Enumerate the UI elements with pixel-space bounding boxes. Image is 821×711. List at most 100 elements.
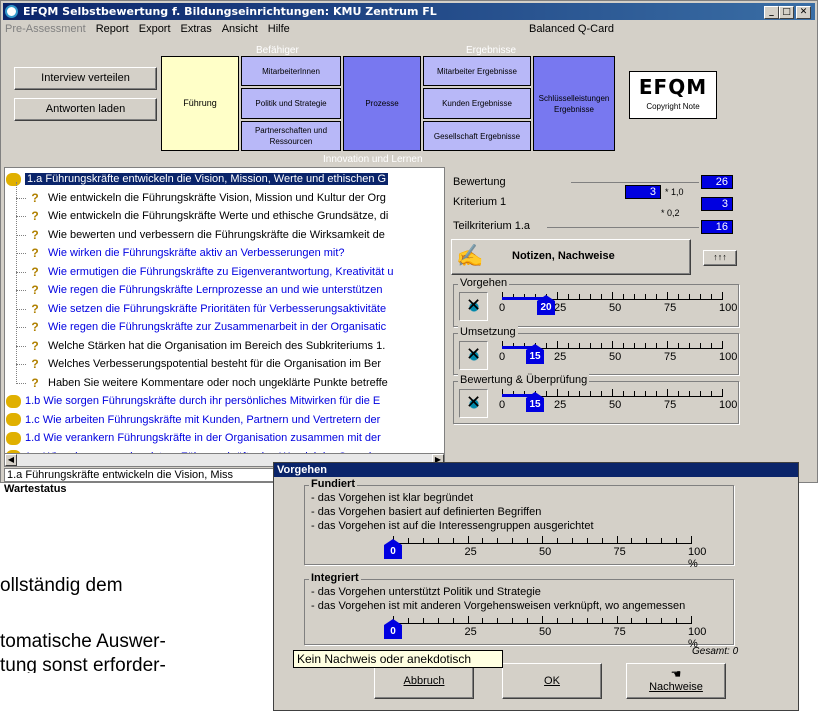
notes-button[interactable]: ✍ Notizen, Nachweise [451, 239, 691, 275]
answers-button[interactable]: Antworten laden [14, 98, 157, 121]
slider-tick [631, 618, 633, 623]
integriert-line-1: - das Vorgehen unterstützt Politik und S… [311, 586, 541, 598]
window-title: EFQM Selbstbewertung f. Bildungseinricht… [23, 5, 437, 18]
tree-connector [16, 234, 26, 236]
tree-item[interactable]: ? Wie entwickeln die Führungskräfte Werte… [16, 207, 388, 225]
box-mitarbeiter[interactable]: MitarbeiterInnen [241, 56, 341, 86]
tree-item[interactable]: ? Wie ermutigen die Führungskräfte zu Eig… [16, 263, 393, 281]
tree-item[interactable]: ? Wie regen die Führungskräfte zur Zusamm… [16, 318, 386, 336]
menu-report[interactable]: Report [96, 23, 129, 39]
slider-tick [612, 341, 613, 349]
box-partnerschaften[interactable]: Partnerschaften und Ressourcen [241, 121, 341, 151]
box-prozesse[interactable]: Prozesse [343, 56, 421, 151]
copyright-note[interactable]: Copyright Note [630, 102, 716, 111]
box-mitarbeiter-ergebnisse[interactable]: Mitarbeiter Ergebnisse [423, 56, 531, 86]
tree-item[interactable]: ? Wie setzen die Führungskräfte Priorität… [16, 300, 386, 318]
slider-tick [689, 391, 690, 396]
maximize-button[interactable]: □ [779, 6, 794, 19]
tree-connector [16, 345, 26, 347]
ergebnisse-label: Ergebnisse [466, 45, 517, 56]
slider-tick-label: 0 [499, 399, 506, 411]
tree-item[interactable]: ? Wie regen die Führungskräfte Lernprozes… [16, 281, 382, 299]
menu-balanced-q-card[interactable]: Balanced Q-Card [529, 23, 614, 35]
teilkriterium-value: 16 [701, 220, 733, 234]
slider-tick [661, 538, 663, 543]
slider-tick [656, 294, 657, 299]
slider-thumb[interactable]: 15 [526, 392, 544, 412]
tree-item[interactable]: ? Wie wirken die Führungskräfte aktiv an … [16, 244, 345, 262]
box-fuehrung[interactable]: Führung [161, 56, 239, 151]
gauge-icon[interactable] [459, 292, 488, 321]
slider-tick [645, 391, 646, 396]
menu-ansicht[interactable]: Ansicht [222, 23, 258, 39]
integriert-slider[interactable]: 0255075100 %0 [384, 616, 706, 650]
slider-tick [579, 343, 580, 348]
tree-connector [16, 364, 26, 365]
nachweise-button[interactable]: ☚ Nachweise [626, 663, 726, 699]
tree-item[interactable]: 1.d Wie verankern Führungskräfte in der … [6, 429, 381, 447]
slider-tick [646, 538, 648, 543]
question-tree[interactable]: 1.a Führungskräfte entwickeln die Vision… [4, 167, 445, 464]
tree-item[interactable]: ? Welches Verbesserungspotential besteht … [16, 355, 381, 373]
slider-thumb[interactable]: 0 [384, 539, 402, 559]
menu-hilfe[interactable]: Hilfe [268, 23, 290, 39]
slider-tick [711, 391, 712, 396]
interview-button[interactable]: Interview verteilen [14, 67, 157, 90]
expand-button[interactable]: ↑↑↑ [703, 250, 737, 266]
scroll-left-arrow-icon[interactable]: ◀ [5, 454, 17, 466]
menu-extras[interactable]: Extras [181, 23, 212, 39]
umsetzung-section: Umsetzung 0 25 50 75 100 15 [453, 326, 739, 375]
slider-tick-label: 0 [499, 351, 506, 363]
gesamt-label: Gesamt: 0 [692, 646, 739, 657]
slider-tick-label: 100 [719, 399, 738, 411]
teil-factor: * 0,2 [661, 208, 680, 218]
close-button[interactable]: ✕ [796, 6, 811, 19]
vorgehen-dialog: Vorgehen Fundiert - das Vorgehen ist kla… [273, 462, 799, 711]
slider-tick-label: 100 [719, 351, 738, 363]
slider-tick [722, 341, 723, 349]
tree-item-label: 1.d Wie verankern Führungskräfte in der … [25, 432, 381, 444]
slider-tick [631, 538, 633, 543]
slider-tick [557, 341, 558, 349]
integriert-line-2: - das Vorgehen ist mit anderen Vorgehens… [311, 600, 686, 612]
vorgehen-slider[interactable]: 0 25 50 75 100 20 [499, 292, 737, 322]
tree-item[interactable]: ? Haben Sie weitere Kommentare oder noch … [16, 374, 388, 392]
title-bar: EFQM Selbstbewertung f. Bildungseinricht… [3, 3, 815, 20]
box-gesellschaft-ergebnisse[interactable]: Gesellschaft Ergebnisse [423, 121, 531, 151]
tree-item[interactable]: ? Welche Stärken hat die Organisation im … [16, 337, 385, 355]
minimize-button[interactable]: _ [764, 6, 779, 19]
slider-tick [556, 538, 558, 543]
box-politik[interactable]: Politik und Strategie [241, 88, 341, 119]
slider-tick-label: 25 [464, 626, 477, 638]
tree-item[interactable]: 1.c Wie arbeiten Führungskräfte mit Kund… [6, 411, 380, 429]
cancel-button[interactable]: Abbruch [374, 663, 474, 699]
kriterium-input[interactable]: 3 [625, 185, 661, 199]
slider-thumb[interactable]: 20 [537, 295, 555, 315]
ok-button[interactable]: OK [502, 663, 602, 699]
slider-tick [452, 538, 454, 543]
gauge-icon[interactable] [459, 341, 488, 370]
box-schluesselleistungen[interactable]: Schlüsselleistungen Ergebnisse [533, 56, 615, 151]
box-kunden-ergebnisse[interactable]: Kunden Ergebnisse [423, 88, 531, 119]
fundiert-slider[interactable]: 0255075100 %0 [384, 536, 706, 570]
tree-item[interactable]: ? Wie bewerten und verbessern die Führung… [16, 226, 385, 244]
menu-export[interactable]: Export [139, 23, 171, 39]
slider-tick [667, 389, 668, 397]
slider-tick [623, 391, 624, 396]
slider-thumb[interactable]: 15 [526, 344, 544, 364]
menu-pre-assessment[interactable]: Pre-Assessment [5, 23, 86, 39]
slider-tick-label: 75 [613, 626, 626, 638]
slider-tick [691, 616, 692, 624]
tree-item[interactable]: 1.a Führungskräfte entwickeln die Vision… [6, 170, 389, 188]
kriterium-label: Kriterium 1 [453, 196, 507, 208]
slider-tick [612, 389, 613, 397]
umsetzung-slider[interactable]: 0 25 50 75 100 15 [499, 341, 737, 371]
gauge-icon[interactable] [459, 389, 488, 418]
slider-tick [467, 536, 469, 544]
slider-tick [700, 343, 701, 348]
tree-item[interactable]: ? Wie entwickeln die Führungskräfte Visio… [16, 189, 386, 207]
bewertung-value: 26 [701, 175, 733, 189]
tree-item[interactable]: 1.b Wie sorgen Führungskräfte durch ihr … [6, 392, 380, 410]
slider-thumb[interactable]: 0 [384, 619, 402, 639]
bewertung-slider[interactable]: 0 25 50 75 100 15 [499, 389, 737, 419]
